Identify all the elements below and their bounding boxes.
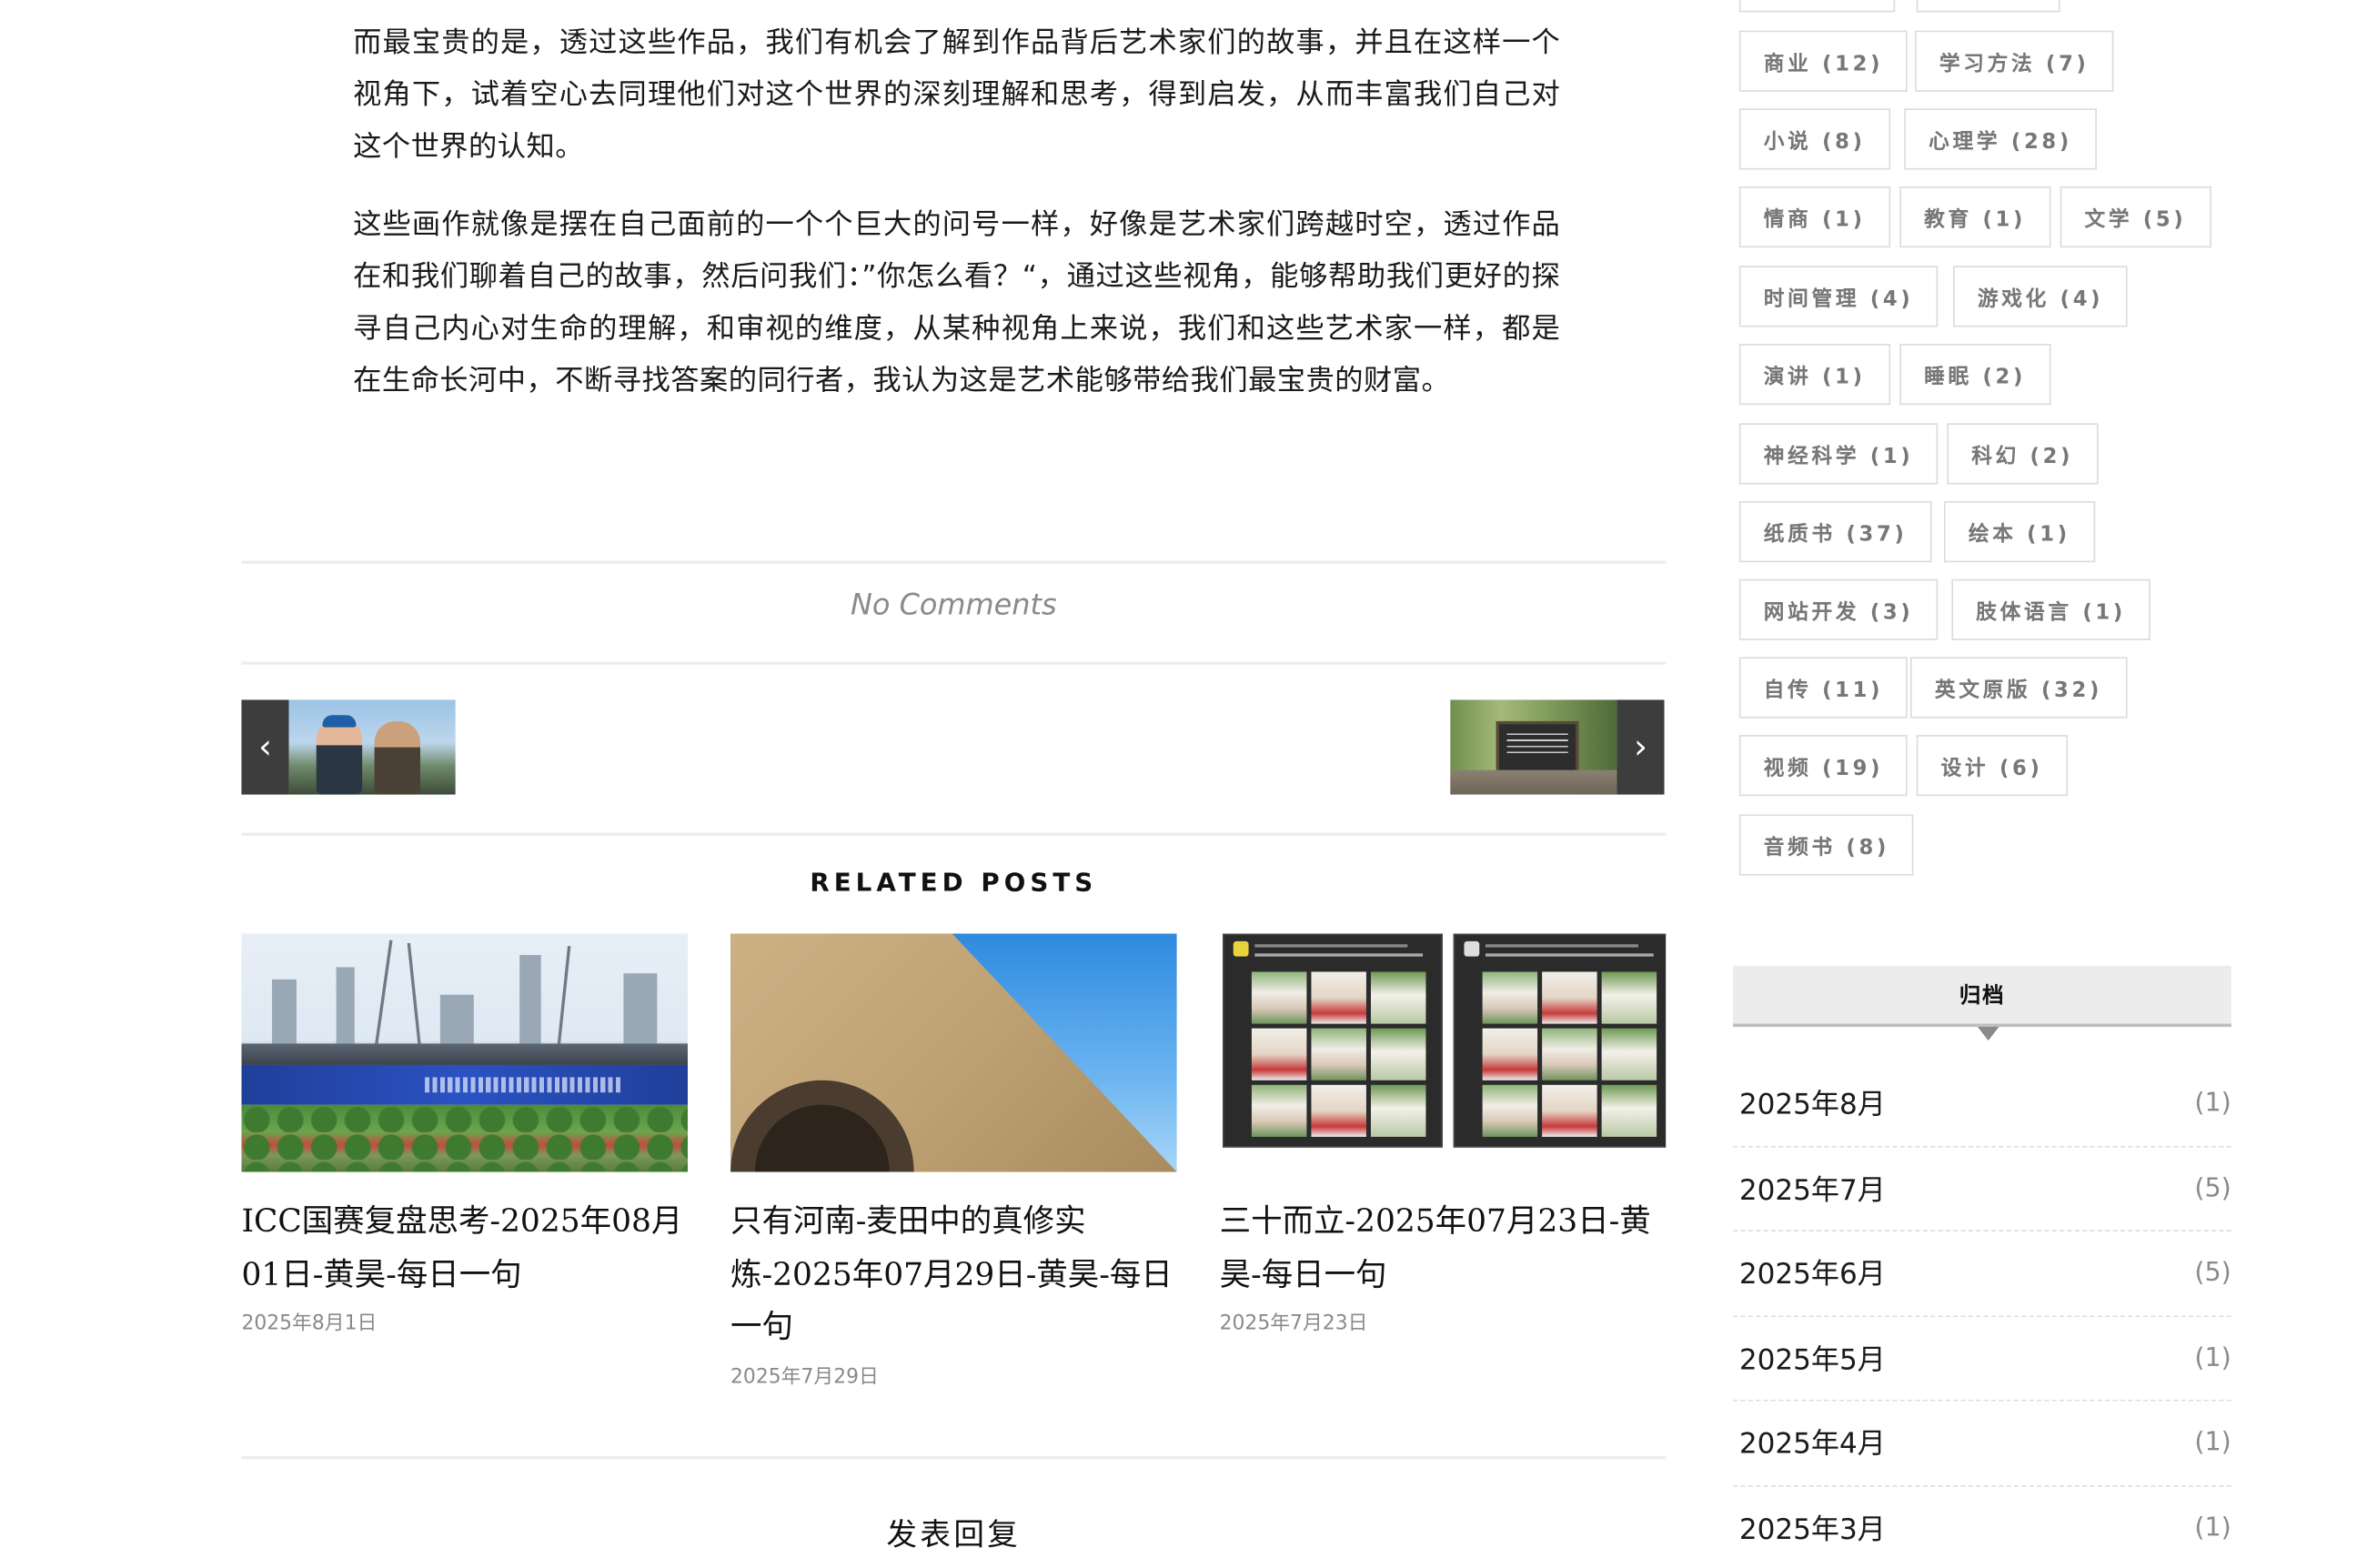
no-comments-link[interactable]: No Comments	[241, 588, 1666, 622]
next-post-link[interactable]: ›	[1450, 699, 1665, 795]
related-post-card[interactable]: 只有河南-麦田中的真修实炼-2025年07月29日-黄昊-每日一句 2025年7…	[730, 933, 1177, 1388]
tag-link[interactable]: 游戏化 (4)	[1953, 266, 2129, 327]
tag-link[interactable]: 网站开发 (3)	[1738, 578, 1939, 640]
tag-link[interactable]: 设计 (6)	[1916, 735, 2068, 797]
tag-link[interactable]: 音频书 (8)	[1738, 814, 1914, 876]
chevron-right-icon[interactable]: ›	[1617, 699, 1665, 795]
archive-month-link[interactable]: 2025年8月	[1739, 1084, 1886, 1124]
tag-link[interactable]: 学习方法 (7)	[1915, 30, 2114, 92]
related-post-title[interactable]: 三十而立-2025年07月23日-黄昊-每日一句	[1220, 1195, 1667, 1301]
related-posts-heading: RELATED POSTS	[810, 868, 1098, 898]
related-post-card[interactable]: 三十而立-2025年07月23日-黄昊-每日一句 2025年7月23日	[1219, 933, 1667, 1336]
tag-link[interactable]	[1738, 0, 1896, 13]
related-post-image[interactable]	[1219, 933, 1667, 1172]
archive-list: 2025年8月 (1) 2025年7月 (5) 2025年6月 (5) 2025…	[1733, 1062, 2231, 1568]
divider	[241, 661, 1667, 665]
archive-month-link[interactable]: 2025年6月	[1739, 1253, 1886, 1293]
related-post-image[interactable]	[730, 933, 1177, 1172]
next-post-thumbnail[interactable]	[1450, 699, 1617, 795]
article-paragraph: 这些画作就像是摆在自己面前的一个个巨大的问号一样，好像是艺术家们跨越时空，透过作…	[353, 209, 1561, 397]
divider	[241, 560, 1667, 564]
tag-link[interactable]: 演讲 (1)	[1738, 344, 1890, 406]
tag-link[interactable]: 小说 (8)	[1738, 108, 1890, 170]
tag-link[interactable]: 视频 (19)	[1738, 735, 1909, 797]
related-post-date: 2025年8月1日	[241, 1312, 378, 1336]
tag-link[interactable]: 商业 (12)	[1738, 30, 1909, 92]
archive-month-link[interactable]: 2025年5月	[1739, 1338, 1886, 1378]
article-paragraph: 而最宝贵的是，透过这些作品，我们有机会了解到作品背后艺术家们的故事，并且在这样一…	[353, 27, 1561, 164]
reply-heading: 发表回复	[886, 1515, 1022, 1553]
archive-widget-heading: 归档	[1733, 965, 2231, 1027]
archive-count: (1)	[2194, 1088, 2231, 1120]
tag-link[interactable]: 纸质书 (37)	[1738, 501, 1932, 563]
previous-post-thumbnail[interactable]	[288, 699, 456, 795]
tag-link[interactable]: 心理学 (28)	[1904, 108, 2097, 170]
tag-link[interactable]: 英文原版 (32)	[1910, 657, 2127, 719]
related-post-title[interactable]: ICC国赛复盘思考-2025年08月01日-黄昊-每日一句	[241, 1195, 688, 1301]
tag-link[interactable]: 文学 (5)	[2060, 186, 2211, 248]
tag-link[interactable]: 绘本 (1)	[1943, 501, 2095, 563]
tag-link[interactable]	[1916, 0, 2060, 13]
caret-down-icon	[1977, 1026, 1999, 1041]
related-post-image[interactable]	[241, 933, 688, 1172]
archive-count: (1)	[2194, 1512, 2231, 1543]
archive-item[interactable]: 2025年6月 (5)	[1733, 1231, 2231, 1317]
tag-link[interactable]: 肢体语言 (1)	[1951, 578, 2150, 640]
archive-count: (5)	[2194, 1258, 2231, 1289]
related-post-date: 2025年7月23日	[1219, 1312, 1368, 1336]
tag-link[interactable]: 时间管理 (4)	[1738, 266, 1939, 327]
archive-item[interactable]: 2025年5月 (1)	[1733, 1316, 2231, 1402]
tag-link[interactable]: 科幻 (2)	[1947, 423, 2099, 485]
page: 而最宝贵的是，透过这些作品，我们有机会了解到作品背后艺术家们的故事，并且在这样一…	[0, 0, 2367, 1568]
archive-month-link[interactable]: 2025年3月	[1739, 1508, 1886, 1548]
archive-item[interactable]: 2025年7月 (5)	[1733, 1147, 2231, 1232]
tag-link[interactable]: 情商 (1)	[1738, 186, 1890, 248]
archive-count: (1)	[2194, 1427, 2231, 1459]
previous-post-link[interactable]: ‹	[241, 699, 456, 795]
archive-count: (1)	[2194, 1342, 2231, 1373]
archive-month-link[interactable]: 2025年4月	[1739, 1423, 1886, 1463]
archive-item[interactable]: 2025年8月 (1)	[1733, 1062, 2231, 1147]
chevron-left-icon[interactable]: ‹	[241, 699, 289, 795]
tag-link[interactable]: 睡眠 (2)	[1899, 344, 2050, 406]
archive-month-link[interactable]: 2025年7月	[1739, 1169, 1886, 1209]
article-body: 而最宝贵的是，透过这些作品，我们有机会了解到作品背后艺术家们的故事，并且在这样一…	[353, 18, 1560, 434]
tag-link[interactable]: 教育 (1)	[1899, 186, 2050, 248]
archive-count: (5)	[2194, 1172, 2231, 1204]
tag-link[interactable]: 神经科学 (1)	[1738, 423, 1939, 485]
archive-item[interactable]: 2025年3月 (1)	[1733, 1486, 2231, 1568]
divider	[241, 832, 1667, 836]
related-post-title[interactable]: 只有河南-麦田中的真修实炼-2025年07月29日-黄昊-每日一句	[730, 1195, 1177, 1353]
related-post-date: 2025年7月29日	[730, 1365, 879, 1389]
divider	[241, 1456, 1667, 1460]
archive-item[interactable]: 2025年4月 (1)	[1733, 1402, 2231, 1486]
tag-link[interactable]: 自传 (11)	[1738, 657, 1909, 719]
related-post-card[interactable]: ICC国赛复盘思考-2025年08月01日-黄昊-每日一句 2025年8月1日	[241, 933, 688, 1335]
